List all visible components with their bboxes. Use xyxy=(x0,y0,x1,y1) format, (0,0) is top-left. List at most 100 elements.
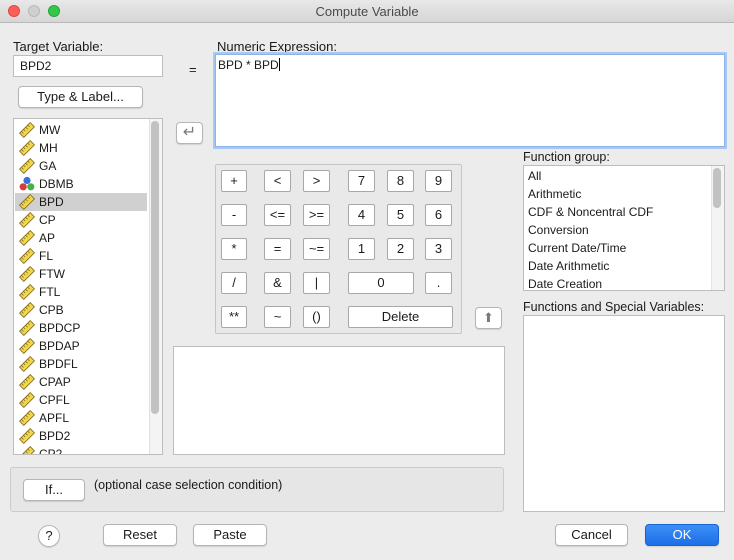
variable-name: FTW xyxy=(39,267,65,281)
variable-name: BPDFL xyxy=(39,357,78,371)
function-group-item[interactable]: All xyxy=(528,167,541,185)
scale-ruler-icon xyxy=(19,266,35,282)
function-group-item[interactable]: Date Creation xyxy=(528,275,602,290)
variable-item[interactable]: BPD2 xyxy=(15,427,147,445)
variable-item[interactable]: CPAP xyxy=(15,373,147,391)
keypad-key[interactable]: < xyxy=(264,170,291,192)
variable-name: CP2 xyxy=(39,447,63,455)
function-group-item[interactable]: Date Arithmetic xyxy=(528,257,609,275)
reset-button[interactable]: Reset xyxy=(103,524,177,546)
target-variable-input[interactable]: BPD2 xyxy=(13,55,163,77)
move-variable-button[interactable]: ↵ xyxy=(176,122,203,144)
function-group-item[interactable]: Arithmetic xyxy=(528,185,581,203)
scale-ruler-icon xyxy=(19,284,35,300)
keypad-key[interactable]: | xyxy=(303,272,330,294)
scale-ruler-icon xyxy=(19,230,35,246)
function-group-item[interactable]: CDF & Noncentral CDF xyxy=(528,203,653,221)
functions-special-variables-label: Functions and Special Variables: xyxy=(523,300,705,314)
up-arrow-icon: ⬆ xyxy=(483,310,494,325)
variable-item[interactable]: CP2 xyxy=(15,445,147,455)
keypad-key[interactable]: ~ xyxy=(264,306,291,328)
keypad-key[interactable]: 3 xyxy=(425,238,452,260)
move-function-up-button[interactable]: ⬆ xyxy=(475,307,502,329)
scale-ruler-icon xyxy=(19,212,35,228)
variable-name: BPDAP xyxy=(39,339,80,353)
scale-ruler-icon xyxy=(19,392,35,408)
variable-name: BPDCP xyxy=(39,321,81,335)
keypad-key[interactable]: - xyxy=(221,204,247,226)
variable-item[interactable]: BPDAP xyxy=(15,337,147,355)
keypad-key[interactable]: 0 xyxy=(348,272,414,294)
variable-item[interactable]: GA xyxy=(15,157,147,175)
equals-sign: = xyxy=(189,62,197,77)
keypad-key[interactable]: + xyxy=(221,170,247,192)
target-variable-label: Target Variable: xyxy=(13,39,104,54)
keypad-key[interactable]: <= xyxy=(264,204,291,226)
type-and-label-button[interactable]: Type & Label... xyxy=(18,86,143,108)
variable-item[interactable]: MW xyxy=(15,121,147,139)
window-title: Compute Variable xyxy=(315,4,419,19)
variable-item[interactable]: MH xyxy=(15,139,147,157)
scale-ruler-icon xyxy=(19,302,35,318)
ok-button[interactable]: OK xyxy=(645,524,719,546)
keypad-key[interactable]: 9 xyxy=(425,170,452,192)
if-button[interactable]: If... xyxy=(23,479,85,501)
keypad-key[interactable]: 7 xyxy=(348,170,375,192)
function-group-item[interactable]: Current Date/Time xyxy=(528,239,626,257)
variable-list-scroll-thumb[interactable] xyxy=(151,121,159,414)
scale-ruler-icon xyxy=(19,428,35,444)
text-cursor xyxy=(278,58,280,71)
variable-item[interactable]: DBMB xyxy=(15,175,147,193)
keypad-key[interactable]: 4 xyxy=(348,204,375,226)
keypad-key[interactable]: () xyxy=(303,306,330,328)
variable-item[interactable]: AP xyxy=(15,229,147,247)
variable-item[interactable]: BPDFL xyxy=(15,355,147,373)
keypad-key[interactable]: * xyxy=(221,238,247,260)
variable-item[interactable]: BPDCP xyxy=(15,319,147,337)
function-group-list[interactable]: All Arithmetic CDF & Noncentral CDF Convers… xyxy=(523,165,725,291)
variable-item[interactable]: CP xyxy=(15,211,147,229)
help-button[interactable]: ? xyxy=(38,525,60,547)
cancel-button[interactable]: Cancel xyxy=(555,524,628,546)
variable-item[interactable]: FL xyxy=(15,247,147,265)
paste-button[interactable]: Paste xyxy=(193,524,267,546)
scale-ruler-icon xyxy=(19,158,35,174)
variable-list[interactable]: MW MH GA DBMB BPD CP AP FL FTW FTL CPB BPDCP BPDAP BP… xyxy=(13,118,163,455)
keypad-key[interactable]: 1 xyxy=(348,238,375,260)
variable-item[interactable]: APFL xyxy=(15,409,147,427)
function-group-label: Function group: xyxy=(523,150,610,164)
variable-item[interactable]: CPB xyxy=(15,301,147,319)
variable-name: FTL xyxy=(39,285,61,299)
scale-ruler-icon xyxy=(19,446,35,454)
keypad-key[interactable]: ~= xyxy=(303,238,330,260)
keypad-key[interactable]: 8 xyxy=(387,170,414,192)
variable-name: BPD2 xyxy=(39,429,71,443)
if-condition-text: (optional case selection condition) xyxy=(94,478,283,492)
variable-item[interactable]: FTW xyxy=(15,265,147,283)
scale-ruler-icon xyxy=(19,248,35,264)
keypad-key[interactable]: . xyxy=(425,272,452,294)
function-description-area xyxy=(173,346,505,455)
scale-ruler-icon xyxy=(19,374,35,390)
keypad-key[interactable]: 5 xyxy=(387,204,414,226)
scale-ruler-icon xyxy=(19,194,35,210)
keypad-key[interactable]: ** xyxy=(221,306,247,328)
keypad-key[interactable]: / xyxy=(221,272,247,294)
scale-ruler-icon xyxy=(19,320,35,336)
keypad-key[interactable]: > xyxy=(303,170,330,192)
function-group-item[interactable]: Conversion xyxy=(528,221,589,239)
variable-item[interactable]: FTL xyxy=(15,283,147,301)
keypad-key[interactable]: >= xyxy=(303,204,330,226)
variable-item[interactable]: BPD xyxy=(15,193,147,211)
function-group-scroll-thumb[interactable] xyxy=(713,168,721,208)
keypad-key[interactable]: Delete xyxy=(348,306,453,328)
variable-item[interactable]: CPFL xyxy=(15,391,147,409)
functions-special-variables-list[interactable] xyxy=(523,315,725,512)
keypad-key[interactable]: 6 xyxy=(425,204,452,226)
keypad-key[interactable]: = xyxy=(264,238,291,260)
keypad-key[interactable]: 2 xyxy=(387,238,414,260)
keypad-key[interactable]: & xyxy=(264,272,291,294)
variable-name: CP xyxy=(39,213,56,227)
variable-name: DBMB xyxy=(39,177,74,191)
numeric-expression-input[interactable]: BPD * BPD xyxy=(215,54,725,147)
